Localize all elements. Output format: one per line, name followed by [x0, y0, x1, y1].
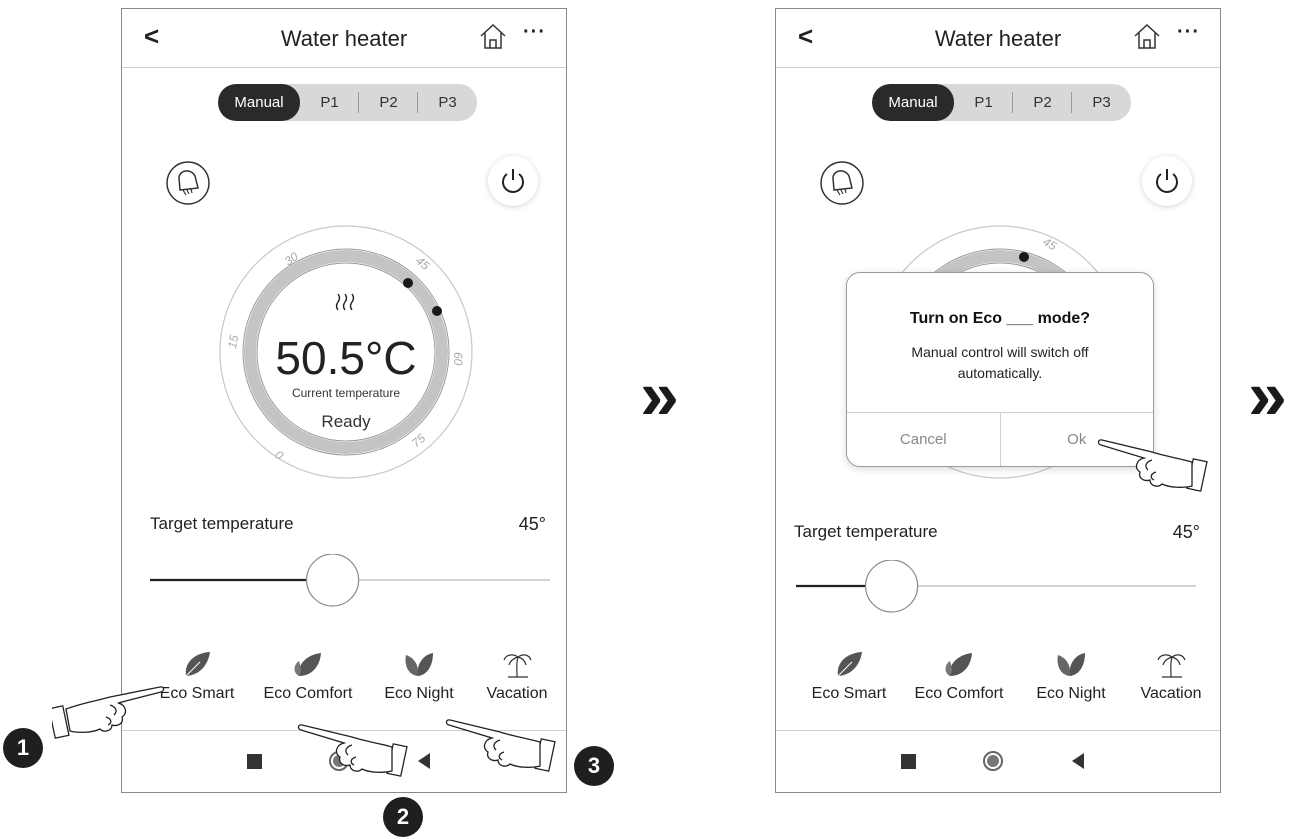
mode-label: Eco Night	[1036, 685, 1106, 702]
dial-tick: 60	[451, 352, 465, 366]
app-header: < Water heater ···	[122, 9, 566, 68]
program-tabs: Manual P1 P2 P3	[872, 84, 1131, 121]
tab-label: P2	[1033, 94, 1052, 111]
bell-icon[interactable]	[819, 160, 865, 206]
pointing-hand-icon	[1097, 439, 1208, 492]
home-icon[interactable]	[1132, 21, 1162, 51]
cancel-button[interactable]: Cancel	[847, 413, 1001, 466]
mode-eco-comfort[interactable]: Eco Comfort	[253, 649, 363, 703]
current-temperature: 50.5°C	[275, 332, 416, 384]
android-nav-bar	[776, 730, 1220, 792]
status-text: Ready	[321, 412, 371, 431]
mode-eco-night[interactable]: Eco Night	[1016, 649, 1126, 703]
tab-label: P1	[320, 94, 339, 111]
leaf-icon	[837, 652, 862, 677]
back-triangle-icon[interactable]	[1068, 731, 1088, 792]
back-triangle-icon[interactable]	[414, 731, 434, 792]
stop-icon[interactable]	[899, 731, 919, 792]
pointing-hand-icon	[297, 724, 408, 777]
pointing-hand-icon	[445, 719, 556, 772]
more-options-button[interactable]: ···	[1177, 21, 1200, 44]
power-icon	[1156, 169, 1178, 193]
dial-marker	[432, 306, 442, 316]
mode-eco-comfort[interactable]: Eco Comfort	[904, 649, 1014, 703]
dial-tick: 75	[409, 431, 428, 451]
tab-p3[interactable]: P3	[418, 84, 477, 121]
mode-label: Eco Comfort	[263, 685, 353, 702]
step-badge-2: 2	[383, 797, 423, 837]
dialog-title: Turn on Eco ___ mode?	[909, 310, 1091, 327]
target-temperature-label: Target temperature	[150, 514, 294, 533]
home-icon[interactable]	[478, 21, 508, 51]
dial-marker	[403, 278, 413, 288]
tab-label: P2	[379, 94, 398, 111]
phone-screen-1: < Water heater ··· Manual P1 P2 P3 0 15 …	[121, 8, 567, 793]
mode-label: Vacation	[486, 685, 548, 702]
tab-p1[interactable]: P1	[300, 84, 359, 121]
target-temperature-slider[interactable]	[796, 560, 1196, 616]
tab-p2[interactable]: P2	[359, 84, 418, 121]
target-temperature-slider[interactable]	[150, 554, 550, 610]
pointing-hand-icon	[52, 686, 165, 739]
dial-tick: 45	[1041, 234, 1060, 253]
phone-screen-2: < Water heater ··· Manual P1 P2 P3 45 Tu…	[775, 8, 1221, 793]
mode-label: Vacation	[1140, 685, 1202, 702]
dial-marker	[1019, 252, 1029, 262]
leaf-icon	[405, 653, 433, 676]
tab-p2[interactable]: P2	[1013, 84, 1072, 121]
current-temperature-label: Current temperature	[292, 386, 400, 400]
slider-thumb[interactable]	[865, 560, 919, 613]
mode-label: Eco Smart	[811, 685, 887, 702]
bell-icon[interactable]	[165, 160, 211, 206]
power-icon	[502, 169, 524, 193]
palm-tree-icon	[503, 654, 532, 678]
target-temperature-value: 45°	[1172, 522, 1200, 542]
next-step-arrow: »	[640, 356, 679, 434]
power-button[interactable]	[1142, 156, 1192, 206]
mode-label: Eco Night	[384, 685, 454, 702]
mode-vacation[interactable]: Vacation	[462, 649, 566, 703]
tab-p1[interactable]: P1	[954, 84, 1013, 121]
stop-icon[interactable]	[245, 731, 265, 792]
leaf-icon	[945, 653, 972, 676]
tab-manual[interactable]: Manual	[872, 84, 954, 121]
leaf-icon	[1057, 653, 1085, 676]
more-options-button[interactable]: ···	[523, 21, 546, 44]
circle-home-icon[interactable]	[981, 731, 1005, 792]
mode-eco-smart[interactable]: Eco Smart	[794, 649, 904, 703]
slider-thumb[interactable]	[306, 554, 360, 607]
power-button[interactable]	[488, 156, 538, 206]
tab-p3[interactable]: P3	[1072, 84, 1131, 121]
dialog-message: Manual control will switch off automatic…	[911, 344, 1089, 381]
temperature-dial[interactable]: 0 15 30 45 60 75 50.5°C Current temperat…	[218, 224, 474, 480]
target-temperature-label: Target temperature	[794, 522, 938, 541]
palm-tree-icon	[1157, 654, 1186, 678]
step-badge-1: 1	[3, 728, 43, 768]
mode-eco-night[interactable]: Eco Night	[364, 649, 474, 703]
leaf-icon	[294, 653, 321, 676]
target-temperature-value: 45°	[518, 514, 546, 534]
next-step-arrow: »	[1248, 356, 1287, 434]
dial-tick: 15	[225, 334, 241, 350]
tab-label: P1	[974, 94, 993, 111]
step-badge-3: 3	[574, 746, 614, 786]
program-tabs: Manual P1 P2 P3	[218, 84, 477, 121]
mode-label: Eco Comfort	[914, 685, 1004, 702]
leaf-icon	[185, 652, 210, 677]
mode-vacation[interactable]: Vacation	[1116, 649, 1220, 703]
tab-manual[interactable]: Manual	[218, 84, 300, 121]
dial-tick: 45	[413, 254, 432, 274]
dial-tick: 0	[272, 448, 286, 463]
app-header: < Water heater ···	[776, 9, 1220, 68]
